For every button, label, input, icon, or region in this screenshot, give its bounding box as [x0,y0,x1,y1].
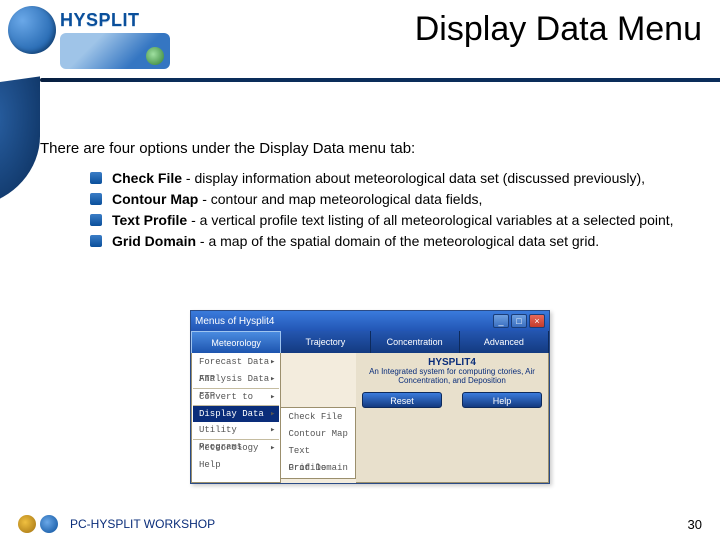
option-desc: - display information about meteorologic… [182,170,645,186]
sub-item-check-file[interactable]: Check File [282,409,354,426]
side-item-convert[interactable]: Convert to ARL [193,388,279,405]
button-row: Reset Help [362,392,542,408]
product-name: HYSPLIT [60,10,200,31]
side-menu: Forecast Data FTP Analysis Data FTP Conv… [191,353,281,483]
side-item-forecast[interactable]: Forecast Data FTP [193,354,279,371]
logo-map-icon [60,33,170,69]
page-number: 30 [688,517,702,532]
ribbon-graphic [0,76,40,207]
slide-title: Display Data Menu [415,10,702,49]
dropdown-area: Forecast Data FTP Analysis Data FTP Conv… [191,353,549,483]
panel-subtitle: An Integrated system for computing ctori… [362,368,542,386]
side-item-analysis[interactable]: Analysis Data FTP [193,371,279,388]
window-title: Menus of Hysplit4 [195,316,491,327]
option-term: Check File [112,170,182,186]
help-button[interactable]: Help [462,392,542,408]
slide-footer: PC-HYSPLIT WORKSHOP [0,508,720,540]
tab-trajectory[interactable]: Trajectory [281,331,370,353]
side-item-met-help[interactable]: Meteorology Help [193,439,279,456]
list-item: Contour Map - contour and map meteorolog… [90,190,690,209]
minimize-button[interactable]: _ [493,314,509,328]
slide-header: HYSPLIT Display Data Menu [0,0,720,90]
list-item: Grid Domain - a map of the spatial domai… [90,232,690,251]
footer-seal-icon [18,515,36,533]
option-desc: - contour and map meteorological data fi… [198,191,482,207]
main-panel: HYSPLIT4 An Integrated system for comput… [356,353,549,483]
embedded-app-window: Menus of Hysplit4 _ □ × Meteorology Traj… [190,310,550,484]
options-list: Check File - display information about m… [90,169,690,251]
footer-noaa-icon [40,515,58,533]
reset-button[interactable]: Reset [362,392,442,408]
option-term: Text Profile [112,212,187,228]
product-logo: HYSPLIT [60,10,200,69]
sub-item-grid-domain[interactable]: Grid Domain [282,460,354,477]
tab-advanced[interactable]: Advanced [460,331,549,353]
sub-item-contour-map[interactable]: Contour Map [282,426,354,443]
option-term: Grid Domain [112,233,196,249]
maximize-button[interactable]: □ [511,314,527,328]
footer-text: PC-HYSPLIT WORKSHOP [70,517,215,531]
option-term: Contour Map [112,191,198,207]
tab-meteorology[interactable]: Meteorology [191,331,281,353]
close-button[interactable]: × [529,314,545,328]
side-item-display-data[interactable]: Display Data [193,405,279,422]
option-desc: - a vertical profile text listing of all… [187,212,673,228]
list-item: Check File - display information about m… [90,169,690,188]
window-titlebar[interactable]: Menus of Hysplit4 _ □ × [191,311,549,331]
noaa-globe-icon [8,6,56,54]
slide-content: There are four options under the Display… [40,140,690,253]
tab-concentration[interactable]: Concentration [371,331,460,353]
title-underline [40,78,720,82]
side-item-utility[interactable]: Utility Programs [193,422,279,439]
menubar: Meteorology Trajectory Concentration Adv… [191,331,549,353]
intro-text: There are four options under the Display… [40,140,690,157]
sub-menu: Check File Contour Map Text Profile Grid… [280,407,356,479]
option-desc: - a map of the spatial domain of the met… [196,233,599,249]
list-item: Text Profile - a vertical profile text l… [90,211,690,230]
sub-item-text-profile[interactable]: Text Profile [282,443,354,460]
